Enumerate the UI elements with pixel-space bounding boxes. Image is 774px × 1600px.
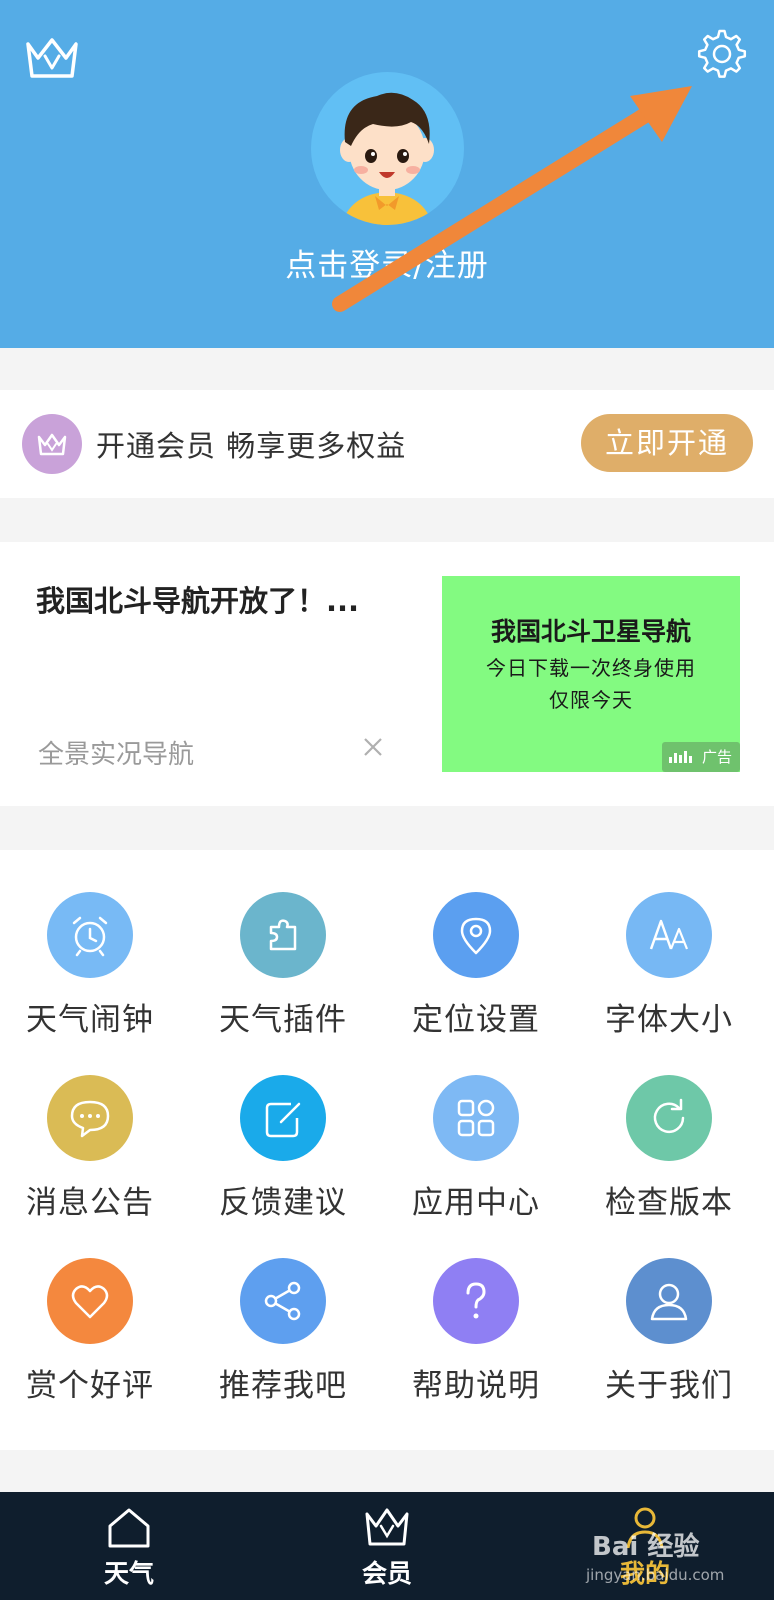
location-pin-icon — [433, 892, 519, 978]
user-icon — [626, 1258, 712, 1344]
ad-wave-icon — [669, 751, 692, 763]
crown-icon — [37, 433, 67, 456]
app-grid-icon — [433, 1075, 519, 1161]
grid-item-help[interactable]: 帮助说明 — [386, 1216, 579, 1404]
grid-item-app-center[interactable]: 应用中心 — [386, 1033, 579, 1221]
member-crown-badge — [22, 414, 82, 474]
font-size-icon — [626, 892, 712, 978]
avatar[interactable] — [311, 72, 464, 225]
message-icon — [47, 1075, 133, 1161]
ad-tag-label: 广告 — [702, 748, 733, 766]
grid-item-label: 帮助说明 — [412, 1368, 540, 1404]
profile-header: 点击登录/注册 — [0, 0, 774, 348]
grid-item-announcements[interactable]: 消息公告 — [0, 1033, 193, 1221]
share-icon — [240, 1258, 326, 1344]
grid-item-about-us[interactable]: 关于我们 — [579, 1216, 772, 1404]
tab-weather[interactable]: 天气 — [0, 1492, 258, 1600]
edit-icon — [240, 1075, 326, 1161]
grid-item-rate-app[interactable]: 赏个好评 — [0, 1216, 193, 1404]
watermark-logo: Bai 经验 — [592, 1532, 700, 1562]
ad-card[interactable]: 我国北斗导航开放了！... 全景实况导航 我国北斗卫星导航 今日下载一次终身使用… — [0, 542, 774, 806]
grid-item-check-version[interactable]: 检查版本 — [579, 1033, 772, 1221]
puzzle-icon — [240, 892, 326, 978]
settings-gear-icon[interactable] — [696, 28, 748, 80]
alarm-clock-icon — [47, 892, 133, 978]
login-register-link[interactable]: 点击登录/注册 — [0, 240, 774, 285]
ad-title[interactable]: 我国北斗导航开放了！... — [36, 578, 359, 620]
grid-item-label: 赏个好评 — [26, 1368, 154, 1404]
grid-item-recommend[interactable]: 推荐我吧 — [193, 1216, 386, 1404]
close-icon[interactable] — [358, 732, 388, 762]
ad-image-subtitle-2: 仅限今天 — [549, 688, 633, 712]
heart-icon — [47, 1258, 133, 1344]
membership-banner[interactable]: 开通会员 畅享更多权益 立即开通 — [0, 390, 774, 498]
ad-image-subtitle: 今日下载一次终身使用 — [486, 656, 696, 680]
vip-crown-icon[interactable] — [22, 34, 82, 84]
grid-item-label: 推荐我吧 — [219, 1368, 347, 1404]
grid-item-feedback[interactable]: 反馈建议 — [193, 1033, 386, 1221]
boy-avatar-icon — [340, 92, 434, 225]
grid-item-label: 关于我们 — [605, 1368, 733, 1404]
refresh-icon — [626, 1075, 712, 1161]
ad-image[interactable]: 我国北斗卫星导航 今日下载一次终身使用 仅限今天 广告 — [442, 576, 740, 772]
ad-source: 全景实况导航 — [38, 740, 195, 770]
tab-label: 会员 — [361, 1559, 412, 1588]
tab-membership[interactable]: 会员 — [258, 1492, 516, 1600]
grid-item-font-size[interactable]: 字体大小 — [579, 850, 772, 1038]
grid-item-weather-alarm[interactable]: 天气闹钟 — [0, 850, 193, 1038]
grid-item-location-settings[interactable]: 定位设置 — [386, 850, 579, 1038]
question-icon — [433, 1258, 519, 1344]
tab-label: 天气 — [103, 1559, 154, 1588]
home-icon — [108, 1508, 150, 1548]
crown-icon — [365, 1508, 409, 1546]
activate-membership-button[interactable]: 立即开通 — [581, 414, 753, 472]
ad-image-title: 我国北斗卫星导航 — [490, 617, 691, 646]
function-grid: 天气闹钟 天气插件 定位设置 字体大小 消息公告 反馈建议 应用中心 检查版本 … — [0, 850, 774, 1450]
membership-promo-text: 开通会员 畅享更多权益 — [96, 429, 407, 463]
grid-item-weather-widget[interactable]: 天气插件 — [193, 850, 386, 1038]
ad-tag: 广告 — [662, 742, 740, 772]
watermark-url: jingyan.baidu.com — [586, 1566, 725, 1584]
